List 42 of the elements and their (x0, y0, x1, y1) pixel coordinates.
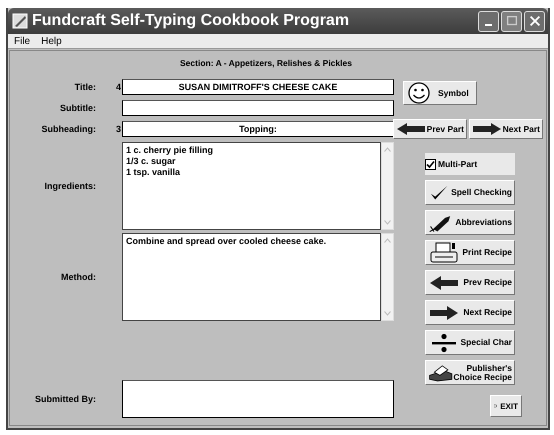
submitted-by-field[interactable] (122, 380, 394, 418)
action-button[interactable]: Spell Checking (425, 180, 515, 205)
action-button[interactable]: Abbreviations (425, 210, 515, 235)
field-label: Subtitle: (59, 103, 96, 113)
field-label: Method: (60, 272, 96, 282)
ingredients-field[interactable]: 1 c. cherry pie filling 1/3 c. sugar 1 tsp. vanilla (122, 142, 381, 230)
symbol-button[interactable]: Symbol (403, 81, 477, 105)
action-button[interactable]: Prev Recipe (425, 270, 515, 295)
maximize-button[interactable] (501, 10, 522, 32)
maximize-icon (504, 14, 518, 28)
field-label: Title: (74, 82, 96, 92)
minimize-button[interactable] (478, 10, 499, 32)
left-arrow-icon (396, 122, 426, 136)
method-field[interactable]: Combine and spread over cooled cheese cake. (122, 233, 381, 321)
pencil-icon (12, 13, 28, 29)
field-label: Submitted By: (34, 394, 96, 404)
subtitle-field[interactable] (122, 100, 394, 116)
checkbox[interactable] (425, 158, 436, 170)
field-number: 3 (114, 124, 122, 134)
field-number: 4 (114, 82, 122, 92)
close-icon (528, 14, 542, 28)
section-heading: Section: A - Appetizers, Relishes & Pickles (179, 58, 353, 70)
action-button[interactable]: Print Recipe (425, 240, 515, 265)
action-button[interactable]: Special Char (425, 330, 515, 355)
minimize-icon (485, 24, 492, 26)
menu-item[interactable]: File (14, 36, 30, 46)
smiley-icon (406, 82, 432, 104)
action-button[interactable]: Publisher's Choice Recipe (425, 360, 515, 385)
subheading-field[interactable]: Topping: (122, 121, 394, 137)
exit-button[interactable]: EXIT (490, 395, 522, 417)
field-label: Ingredients: (43, 181, 96, 191)
field-label: Subheading: (40, 124, 96, 134)
window-title: Fundcraft Self-Typing Cookbook Program (32, 12, 350, 30)
right-arrow-icon (472, 122, 502, 136)
menu-item[interactable]: Help (41, 36, 62, 46)
part-button[interactable]: Prev Part (393, 119, 467, 139)
action-button[interactable]: Next Recipe (425, 300, 515, 325)
part-button[interactable]: Next Part (469, 119, 543, 139)
title-field[interactable]: SUSAN DIMITROFF'S CHEESE CAKE (122, 79, 394, 95)
multi-part-checkbox[interactable]: Multi-Part (425, 153, 515, 175)
close-button[interactable] (524, 10, 545, 32)
printer-icon (428, 242, 460, 264)
